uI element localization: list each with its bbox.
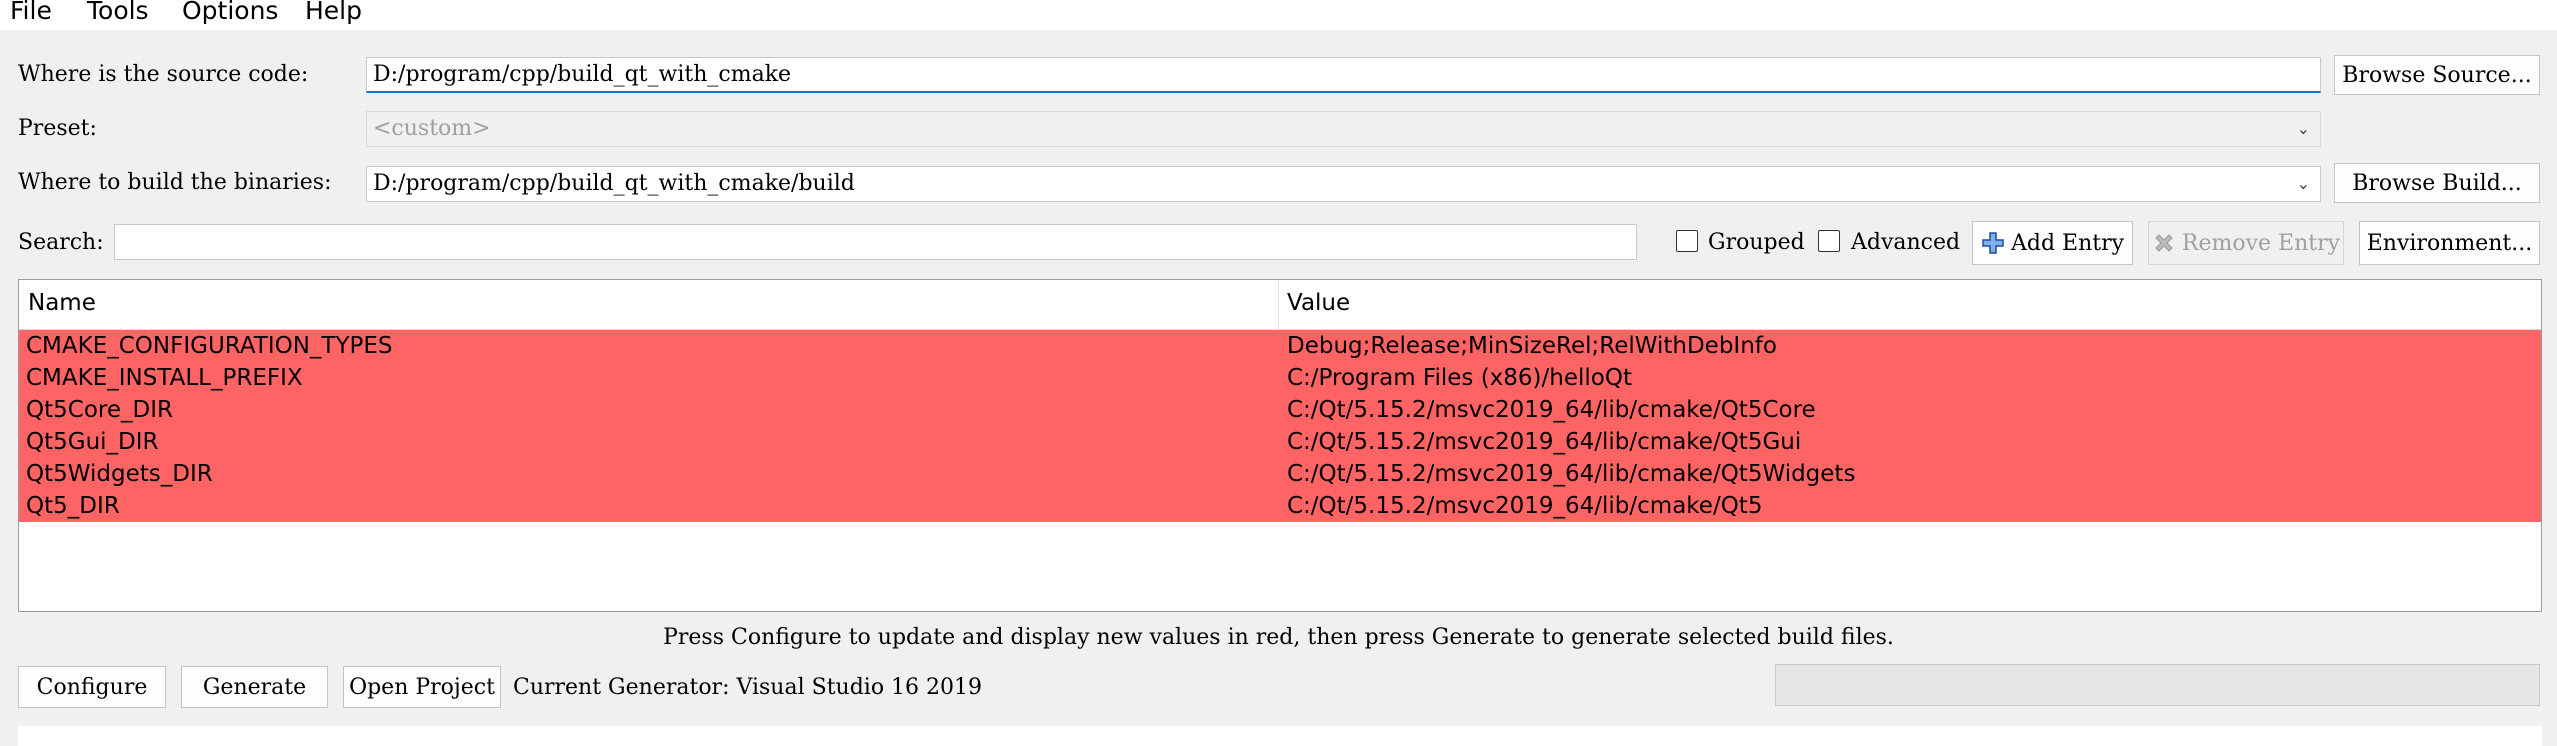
grouped-checkbox[interactable] — [1676, 230, 1698, 252]
cell-value: Debug;Release;MinSizeRel;RelWithDebInfo — [1287, 333, 1777, 359]
configure-label: Configure — [36, 674, 148, 700]
cell-name: Qt5Widgets_DIR — [26, 461, 213, 487]
column-header-name[interactable]: Name — [28, 290, 96, 316]
build-label: Where to build the binaries: — [18, 170, 332, 195]
menu-options[interactable]: Options — [182, 0, 278, 25]
preset-label: Preset: — [18, 116, 97, 141]
table-row[interactable]: CMAKE_INSTALL_PREFIX C:/Program Files (x… — [19, 362, 2541, 394]
menu-help[interactable]: Help — [305, 0, 362, 25]
x-icon — [2155, 234, 2173, 252]
table-row[interactable]: Qt5_DIR C:/Qt/5.15.2/msvc2019_64/lib/cma… — [19, 490, 2541, 522]
preset-value: <custom> — [373, 116, 491, 141]
plus-icon — [1982, 232, 2004, 254]
menu-bar: File Tools Options Help — [0, 0, 2557, 30]
progress-bar — [1775, 664, 2540, 706]
generate-label: Generate — [202, 674, 307, 700]
browse-build-button[interactable]: Browse Build... — [2334, 163, 2540, 203]
source-path-input[interactable]: D:/program/cpp/build_qt_with_cmake — [366, 57, 2321, 93]
cell-value: C:/Qt/5.15.2/msvc2019_64/lib/cmake/Qt5 — [1287, 493, 1763, 519]
table-row[interactable]: CMAKE_CONFIGURATION_TYPES Debug;Release;… — [19, 330, 2541, 362]
browse-build-label: Browse Build... — [2352, 170, 2522, 196]
advanced-label: Advanced — [1851, 230, 1961, 255]
search-input[interactable] — [114, 224, 1637, 260]
current-generator-label: Current Generator: Visual Studio 16 2019 — [513, 675, 983, 700]
cell-value: C:/Program Files (x86)/helloQt — [1287, 365, 1632, 391]
open-project-label: Open Project — [349, 674, 495, 700]
table-row[interactable]: Qt5Widgets_DIR C:/Qt/5.15.2/msvc2019_64/… — [19, 458, 2541, 490]
source-path-value: D:/program/cpp/build_qt_with_cmake — [373, 62, 792, 87]
build-path-value: D:/program/cpp/build_qt_with_cmake/build — [373, 171, 855, 196]
add-entry-label: Add Entry — [2010, 230, 2125, 256]
advanced-checkbox[interactable] — [1818, 230, 1840, 252]
remove-entry-button[interactable]: Remove Entry — [2148, 221, 2344, 265]
column-header-value[interactable]: Value — [1287, 290, 1350, 316]
cell-name: Qt5Gui_DIR — [26, 429, 159, 455]
cell-name: Qt5_DIR — [26, 493, 120, 519]
environment-button[interactable]: Environment... — [2359, 221, 2540, 265]
cache-table[interactable]: Name Value CMAKE_CONFIGURATION_TYPES Deb… — [18, 279, 2542, 612]
cell-value: C:/Qt/5.15.2/msvc2019_64/lib/cmake/Qt5Co… — [1287, 397, 1816, 423]
chevron-down-icon[interactable]: ⌄ — [2297, 167, 2310, 201]
cell-value: C:/Qt/5.15.2/msvc2019_64/lib/cmake/Qt5Gu… — [1287, 429, 1802, 455]
menu-file[interactable]: File — [10, 0, 52, 25]
add-entry-button[interactable]: Add Entry — [1972, 221, 2133, 265]
table-row[interactable]: Qt5Core_DIR C:/Qt/5.15.2/msvc2019_64/lib… — [19, 394, 2541, 426]
hint-text: Press Configure to update and display ne… — [663, 625, 1894, 650]
column-divider[interactable] — [1278, 280, 1279, 329]
environment-label: Environment... — [2366, 230, 2533, 256]
cell-name: CMAKE_INSTALL_PREFIX — [26, 365, 303, 391]
preset-select[interactable]: <custom> ⌄ — [366, 111, 2321, 147]
table-header: Name Value — [19, 280, 2541, 330]
output-log[interactable] — [18, 726, 2542, 746]
browse-source-button[interactable]: Browse Source... — [2334, 55, 2540, 95]
browse-source-label: Browse Source... — [2342, 62, 2532, 88]
cell-name: CMAKE_CONFIGURATION_TYPES — [26, 333, 393, 359]
table-row[interactable]: Qt5Gui_DIR C:/Qt/5.15.2/msvc2019_64/lib/… — [19, 426, 2541, 458]
build-path-select[interactable]: D:/program/cpp/build_qt_with_cmake/build… — [366, 166, 2321, 202]
open-project-button[interactable]: Open Project — [343, 666, 501, 708]
cell-name: Qt5Core_DIR — [26, 397, 173, 423]
search-label: Search: — [18, 230, 104, 255]
grouped-label: Grouped — [1708, 230, 1805, 255]
menu-tools[interactable]: Tools — [87, 0, 149, 25]
configure-button[interactable]: Configure — [18, 666, 166, 708]
cell-value: C:/Qt/5.15.2/msvc2019_64/lib/cmake/Qt5Wi… — [1287, 461, 1856, 487]
remove-entry-label: Remove Entry — [2181, 230, 2341, 256]
generate-button[interactable]: Generate — [181, 666, 328, 708]
source-label: Where is the source code: — [18, 62, 309, 87]
chevron-down-icon: ⌄ — [2296, 119, 2310, 138]
